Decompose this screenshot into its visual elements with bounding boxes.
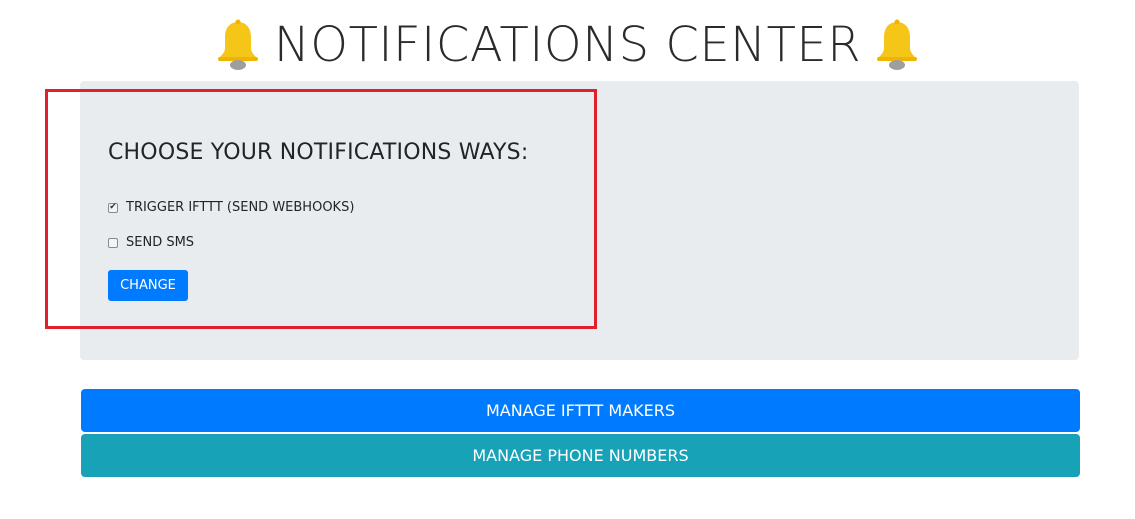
trigger-ifttt-label: TRIGGER IFTTT (SEND WEBHOOKS) [126,200,355,215]
manage-phone-numbers-button[interactable]: MANAGE PHONE NUMBERS [81,434,1080,477]
change-button[interactable]: CHANGE [108,270,188,301]
option-trigger-ifttt[interactable]: ✔ TRIGGER IFTTT (SEND WEBHOOKS) [108,200,354,215]
trigger-ifttt-checkbox[interactable]: ✔ [108,202,118,213]
option-send-sms[interactable]: SEND SMS [108,235,194,250]
notifications-page: NOTIFICATIONS CENTER CHOOSE YOUR NOTIFIC… [0,0,1135,519]
send-sms-checkbox[interactable] [108,237,118,248]
bell-icon [217,19,258,70]
notification-ways-heading: CHOOSE YOUR NOTIFICATIONS WAYS: [108,140,529,165]
bell-icon [877,19,918,70]
manage-ifttt-makers-button[interactable]: MANAGE IFTTT MAKERS [81,389,1080,432]
page-header: NOTIFICATIONS CENTER [0,14,1135,76]
send-sms-label: SEND SMS [126,235,195,250]
settings-panel [80,81,1079,360]
page-title: NOTIFICATIONS CENTER [273,17,862,73]
